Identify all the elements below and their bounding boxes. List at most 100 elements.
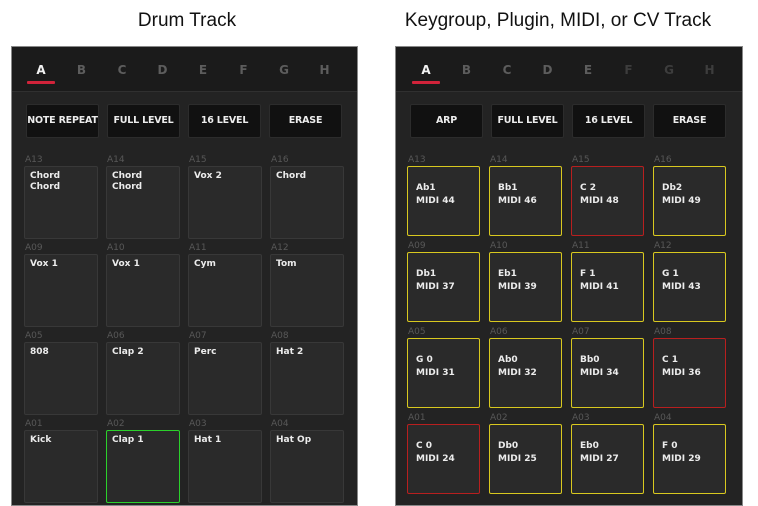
pad-name: Hat 2 [276,347,304,357]
pad-a04[interactable]: Hat Op [270,430,344,503]
pad-bank-tab-bar: ABCDEFGH [12,47,357,92]
pad-midi-note: MIDI 31 [416,368,455,378]
pad-a14[interactable]: Chord Chord [106,166,180,239]
pad-number-label: A08 [271,331,289,341]
full-level-button[interactable]: FULL LEVEL [491,104,564,138]
pad-number-label: A03 [572,413,590,423]
pad-a12[interactable]: G 1 MIDI 43 [653,252,726,322]
pad-a10[interactable]: Vox 1 [106,254,180,327]
tab-bank-f[interactable]: F [619,62,639,84]
full-level-button[interactable]: FULL LEVEL [107,104,180,138]
pad-name: Bb0 [580,355,600,365]
pad-number-label: A15 [189,155,207,165]
pad-a11[interactable]: F 1 MIDI 41 [571,252,644,322]
pad-a09[interactable]: Db1 MIDI 37 [407,252,480,322]
pad-a15[interactable]: Vox 2 [188,166,262,239]
pad-name: Vox 1 [30,259,58,269]
pad-number-label: A05 [408,327,426,337]
tab-bank-e[interactable]: E [578,62,598,84]
pad-bank-tab-bar: ABCDEFGH [396,47,742,92]
tab-bank-a[interactable]: A [27,62,55,84]
pad-a16[interactable]: Chord [270,166,344,239]
pad-a09[interactable]: Vox 1 [24,254,98,327]
pad-a05[interactable]: G 0 MIDI 31 [407,338,480,408]
pad-number-label: A14 [490,155,508,165]
pad-a11[interactable]: Cym [188,254,262,327]
note-repeat-button[interactable]: NOTE REPEAT [26,104,99,138]
pad-a12[interactable]: Tom [270,254,344,327]
pad-a06[interactable]: Clap 2 [106,342,180,415]
pad-name: Ab1 [416,183,436,193]
pad-number-label: A13 [25,155,43,165]
pad-a14[interactable]: Bb1 MIDI 46 [489,166,562,236]
pad-a08[interactable]: Hat 2 [270,342,344,415]
pad-a13[interactable]: Chord Chord [24,166,98,239]
pad-number-label: A16 [271,155,289,165]
tab-bank-h[interactable]: H [315,62,335,84]
tab-bank-b[interactable]: B [72,62,92,84]
tab-bank-h[interactable]: H [700,62,720,84]
pad-a02[interactable]: Db0 MIDI 25 [489,424,562,494]
pad-midi-note: MIDI 25 [498,454,537,464]
pad-midi-note: MIDI 34 [580,368,619,378]
pad-name: Chord [30,171,61,181]
pad-number-label: A16 [654,155,672,165]
pad-midi-note: MIDI 39 [498,282,537,292]
pad-number-label: A08 [654,327,672,337]
pad-a07[interactable]: Bb0 MIDI 34 [571,338,644,408]
pad-number-label: A04 [271,419,289,429]
pad-a16[interactable]: Db2 MIDI 49 [653,166,726,236]
pad-name: Eb0 [580,441,599,451]
pad-a10[interactable]: Eb1 MIDI 39 [489,252,562,322]
pad-a04[interactable]: F 0 MIDI 29 [653,424,726,494]
pad-a03[interactable]: Eb0 MIDI 27 [571,424,644,494]
tab-bank-b[interactable]: B [457,62,477,84]
pad-a13[interactable]: Ab1 MIDI 44 [407,166,480,236]
keygroup-track-caption: Keygroup, Plugin, MIDI, or CV Track [404,10,712,31]
tab-bank-e[interactable]: E [193,62,213,84]
tab-bank-c[interactable]: C [112,62,132,84]
tab-bank-d[interactable]: D [153,62,173,84]
pad-a03[interactable]: Hat 1 [188,430,262,503]
pad-a08[interactable]: C 1 MIDI 36 [653,338,726,408]
pad-a07[interactable]: Perc [188,342,262,415]
erase-button[interactable]: ERASE [269,104,342,138]
pad-midi-note: MIDI 32 [498,368,537,378]
tab-bank-f[interactable]: F [234,62,254,84]
pad-number-label: A15 [572,155,590,165]
tab-bank-g[interactable]: G [274,62,294,84]
pad-name: Chord [112,171,143,181]
pad-number-label: A09 [25,243,43,253]
pad-name: Cym [194,259,216,269]
pad-a05[interactable]: 808 [24,342,98,415]
tab-bank-c[interactable]: C [497,62,517,84]
16-level-button[interactable]: 16 LEVEL [188,104,261,138]
pad-a01[interactable]: C 0 MIDI 24 [407,424,480,494]
keygroup-track-panel: A B C D E F G H ARP FULL LEVEL 16 LEVEL ERASE A13 Ab1… [395,46,743,506]
tab-bank-d[interactable]: D [538,62,558,84]
erase-button[interactable]: ERASE [653,104,726,138]
pad-a15[interactable]: C 2 MIDI 48 [571,166,644,236]
tab-bank-g[interactable]: G [659,62,679,84]
pad-name: Tom [276,259,297,269]
pad-name: Db1 [416,269,437,279]
pad-name: Ab0 [498,355,518,365]
pad-name: G 1 [662,269,679,279]
pad-number-label: A03 [189,419,207,429]
tab-bank-a[interactable]: A [412,62,440,84]
pad-number-label: A10 [107,243,125,253]
arp-button[interactable]: ARP [410,104,483,138]
16-level-button[interactable]: 16 LEVEL [572,104,645,138]
pad-name: Vox 2 [194,171,222,181]
pad-a02[interactable]: Clap 1 [106,430,180,503]
pad-name: Clap 1 [112,435,144,445]
pad-number-label: A11 [189,243,207,253]
pad-number-label: A06 [490,327,508,337]
pad-name: Hat 1 [194,435,222,445]
pad-a01[interactable]: Kick [24,430,98,503]
pad-a06[interactable]: Ab0 MIDI 32 [489,338,562,408]
pad-name-line-2: Chord [112,182,143,192]
pad-name-line-2: Chord [30,182,61,192]
pad-name: Db2 [662,183,683,193]
pad-name: C 0 [416,441,433,451]
